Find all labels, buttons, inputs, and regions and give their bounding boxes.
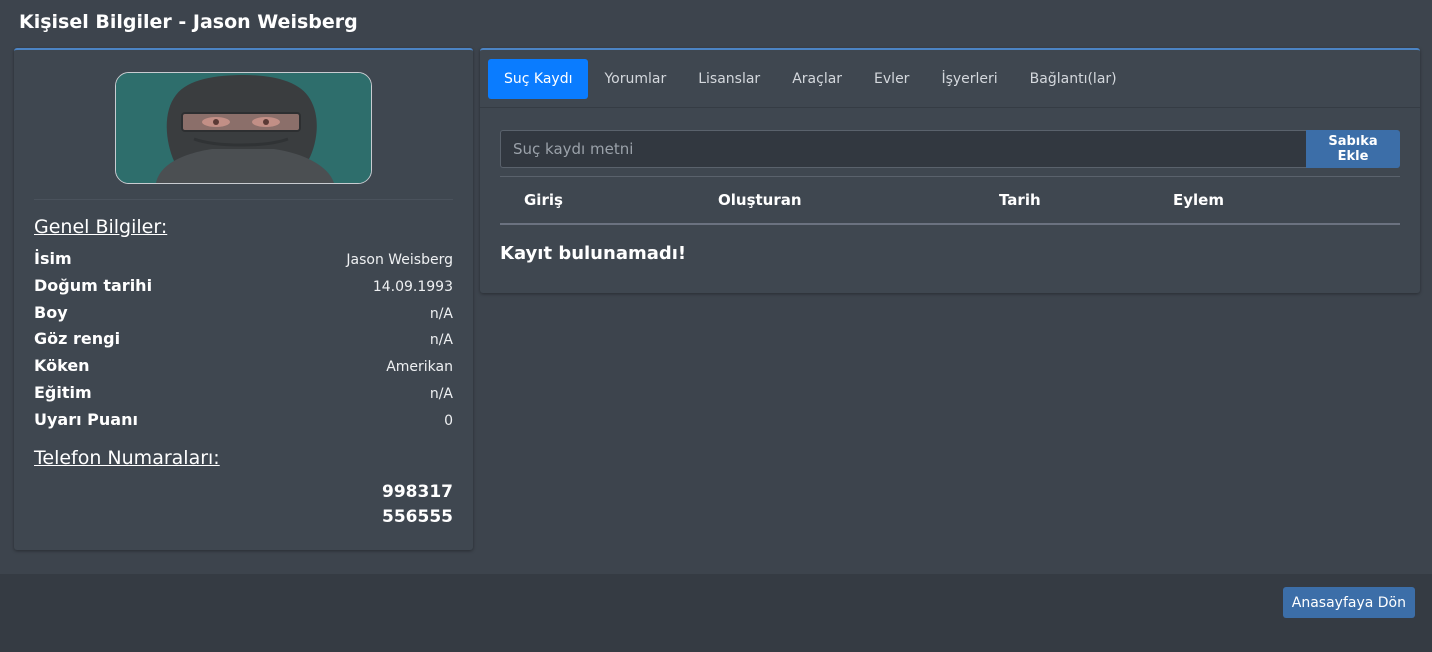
info-value: Amerikan xyxy=(386,359,453,376)
info-row-name: İsim Jason Weisberg xyxy=(34,249,453,276)
info-value: n/A xyxy=(429,305,453,322)
record-text-input[interactable] xyxy=(500,130,1306,168)
info-value: 14.09.1993 xyxy=(372,278,453,295)
phone-number: 556555 xyxy=(382,507,453,527)
empty-state-message: Kayıt bulunamadı! xyxy=(500,243,687,264)
profile-photo xyxy=(115,72,372,184)
card-divider xyxy=(34,199,453,200)
info-list: İsim Jason Weisberg Doğum tarihi 14.09.1… xyxy=(34,249,453,437)
add-record-button[interactable]: Sabıka Ekle xyxy=(1306,130,1400,168)
page-title: Kişisel Bilgiler - Jason Weisberg xyxy=(19,11,358,33)
info-row-height: Boy n/A xyxy=(34,303,453,330)
info-row-eye-color: Göz rengi n/A xyxy=(34,329,453,356)
info-label: İsim xyxy=(34,249,72,268)
info-row-birthdate: Doğum tarihi 14.09.1993 xyxy=(34,276,453,303)
footer: Anasayfaya Dön xyxy=(0,574,1432,652)
tab-houses[interactable]: Evler xyxy=(858,59,925,99)
info-label: Eğitim xyxy=(34,382,92,402)
column-header-date: Tarih xyxy=(999,191,1041,209)
info-value: n/A xyxy=(429,385,453,402)
tab-comments[interactable]: Yorumlar xyxy=(588,59,682,99)
tab-vehicles[interactable]: Araçlar xyxy=(776,59,858,99)
info-label: Doğum tarihi xyxy=(34,275,153,295)
info-label: Boy xyxy=(34,302,68,322)
records-card: Suç Kaydı Yorumlar Lisanslar Araçlar Evl… xyxy=(480,48,1420,293)
phone-number: 998317 xyxy=(382,482,453,502)
tab-licenses[interactable]: Lisanslar xyxy=(682,59,776,99)
tab-businesses[interactable]: İşyerleri xyxy=(925,59,1013,99)
info-label: Göz rengi xyxy=(34,329,121,349)
info-label: Köken xyxy=(34,356,90,376)
back-to-home-button[interactable]: Anasayfaya Dön xyxy=(1282,587,1415,618)
record-input-group: Sabıka Ekle xyxy=(500,130,1400,168)
general-info-title: Genel Bilgiler: xyxy=(34,216,168,238)
profile-card: Genel Bilgiler: İsim Jason Weisberg Doğu… xyxy=(14,48,473,550)
column-header-action: Eylem xyxy=(1173,191,1224,209)
column-header-entry: Giriş xyxy=(524,191,563,209)
tab-connections[interactable]: Bağlantı(lar) xyxy=(1014,59,1133,99)
info-label: Uyarı Puanı xyxy=(34,409,138,429)
info-value: n/A xyxy=(429,332,453,349)
phone-numbers-title: Telefon Numaraları: xyxy=(34,447,220,469)
info-row-origin: Köken Amerikan xyxy=(34,356,453,383)
info-value: Jason Weisberg xyxy=(346,252,453,268)
column-header-creator: Oluşturan xyxy=(718,191,802,209)
info-row-education: Eğitim n/A xyxy=(34,383,453,410)
tab-bar: Suç Kaydı Yorumlar Lisanslar Araçlar Evl… xyxy=(480,50,1420,108)
tab-criminal-record[interactable]: Suç Kaydı xyxy=(488,58,589,99)
info-value: 0 xyxy=(444,412,453,429)
phone-list: 998317 556555 xyxy=(382,480,453,530)
table-header: Giriş Oluşturan Tarih Eylem xyxy=(500,177,1400,225)
info-row-warning-points: Uyarı Puanı 0 xyxy=(34,410,453,437)
